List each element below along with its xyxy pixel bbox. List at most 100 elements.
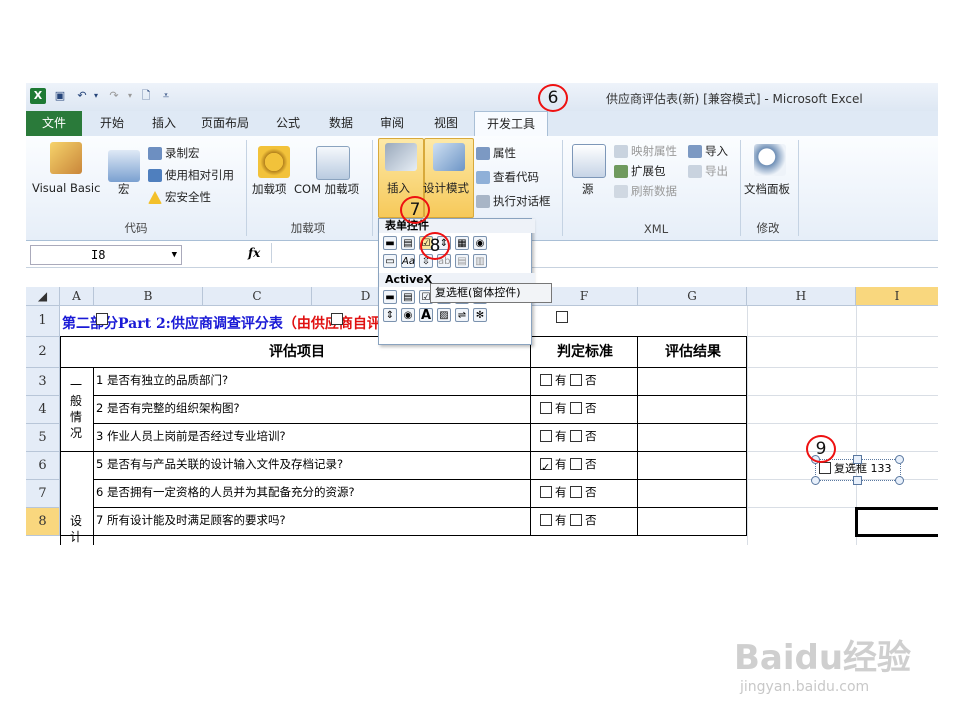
refresh-data-button[interactable]: 刷新数据 xyxy=(614,182,677,200)
activex-toggle-icon[interactable]: ⇌ xyxy=(455,308,469,322)
category-design[interactable]: 设计 xyxy=(60,451,94,545)
tab-file[interactable]: 文件 xyxy=(26,111,82,136)
activex-option-icon[interactable]: ◉ xyxy=(401,308,415,322)
result-cell[interactable] xyxy=(637,423,747,452)
standard-row-6[interactable]: 有 否 xyxy=(530,479,638,508)
row-header-4[interactable]: 4 xyxy=(26,396,60,424)
xml-source-icon[interactable] xyxy=(572,144,606,178)
result-cell[interactable] xyxy=(637,367,747,396)
floating-checkbox[interactable] xyxy=(330,312,343,325)
row-header-2[interactable]: 2 xyxy=(26,337,60,368)
resize-handle[interactable] xyxy=(895,455,904,464)
addins-button[interactable]: 加载项 xyxy=(252,181,287,197)
macros-button[interactable]: 宏 xyxy=(118,181,130,197)
select-all-corner[interactable]: ◢ xyxy=(26,287,60,306)
button-control-icon[interactable]: ▬ xyxy=(383,236,397,250)
label-control-icon[interactable]: Aa xyxy=(401,254,415,268)
document-panel-button[interactable]: 文档面板 xyxy=(744,181,790,197)
standard-row-2[interactable]: 有 否 xyxy=(530,395,638,424)
checkbox-yes[interactable] xyxy=(540,373,552,386)
map-properties-button[interactable]: 映射属性 xyxy=(614,142,677,160)
chevron-down-icon[interactable]: ▼ xyxy=(172,246,177,264)
name-box[interactable]: I8 ▼ xyxy=(30,245,182,265)
row-header-8[interactable]: 8 xyxy=(26,508,60,536)
checkbox-yes[interactable] xyxy=(540,429,552,442)
combo-box-control-icon[interactable]: ▤ xyxy=(401,236,415,250)
checkbox-yes[interactable] xyxy=(540,485,552,498)
view-code-button[interactable]: 查看代码 xyxy=(476,168,539,186)
column-header-i[interactable]: I xyxy=(856,287,938,306)
column-header-c[interactable]: C xyxy=(203,287,312,306)
header-result[interactable]: 评估结果 xyxy=(637,336,747,368)
tab-insert[interactable]: 插入 xyxy=(140,111,188,136)
redo-icon[interactable]: ↷ xyxy=(106,88,122,104)
item-row-6[interactable]: 6 是否拥有一定资格的人员并为其配备充分的资源? xyxy=(93,479,531,508)
column-header-a[interactable]: A xyxy=(60,287,94,306)
resize-handle[interactable] xyxy=(811,476,820,485)
excel-app-icon[interactable]: X xyxy=(30,88,46,104)
undo-dropdown-icon[interactable]: ▾ xyxy=(88,88,104,104)
properties-button[interactable]: 属性 xyxy=(476,144,516,162)
activex-button-icon[interactable]: ▬ xyxy=(383,290,397,304)
macro-security-button[interactable]: 宏安全性 xyxy=(148,188,211,206)
item-row-7[interactable]: 7 所有设计能及时满足顾客的要求吗? xyxy=(93,507,531,536)
macros-icon[interactable] xyxy=(108,150,140,182)
header-standard[interactable]: 判定标准 xyxy=(530,336,638,368)
xml-export-button[interactable]: 导出 xyxy=(688,162,728,180)
item-row-5[interactable]: 5 是否有与产品关联的设计输入文件及存档记录? xyxy=(93,451,531,480)
xml-import-button[interactable]: 导入 xyxy=(688,142,728,160)
com-addins-icon[interactable] xyxy=(316,146,350,180)
relative-reference-button[interactable]: 使用相对引用 xyxy=(148,166,234,184)
resize-handle[interactable] xyxy=(853,455,862,464)
result-cell[interactable] xyxy=(637,395,747,424)
tab-view[interactable]: 视图 xyxy=(422,111,470,136)
item-row-1[interactable]: 1 是否有独立的品质部门? xyxy=(93,367,531,396)
tab-developer[interactable]: 开发工具 xyxy=(474,111,548,138)
option-button-control-icon[interactable]: ◉ xyxy=(473,236,487,250)
column-header-h[interactable]: H xyxy=(747,287,856,306)
group-box-control-icon[interactable]: ▭ xyxy=(383,254,397,268)
expansion-packs-button[interactable]: 扩展包 xyxy=(614,162,666,180)
result-cell[interactable] xyxy=(637,507,747,536)
document-panel-icon[interactable] xyxy=(754,144,786,176)
save-icon[interactable]: ▣ xyxy=(52,88,68,104)
tab-data[interactable]: 数据 xyxy=(316,111,366,136)
row-header-3[interactable]: 3 xyxy=(26,368,60,396)
resize-handle[interactable] xyxy=(895,476,904,485)
tab-review[interactable]: 审阅 xyxy=(368,111,416,136)
checkbox-no[interactable] xyxy=(570,485,583,498)
activex-combo-icon[interactable]: ▤ xyxy=(401,290,415,304)
active-cell-i8[interactable] xyxy=(855,507,938,537)
checkbox-control-box[interactable] xyxy=(819,461,831,474)
floating-checkbox[interactable] xyxy=(96,312,108,325)
resize-handle[interactable] xyxy=(853,476,862,485)
category-general[interactable]: 一般情况 xyxy=(60,367,94,452)
tab-home[interactable]: 开始 xyxy=(88,111,136,136)
formula-input[interactable] xyxy=(271,243,937,263)
row-header-1[interactable]: 1 xyxy=(26,306,60,337)
visual-basic-icon[interactable] xyxy=(50,142,82,174)
customize-qat-icon[interactable]: ⩡ xyxy=(158,88,174,104)
checkbox-no[interactable] xyxy=(570,429,583,442)
list-box-control-icon[interactable]: ▦ xyxy=(455,236,469,250)
checkbox-yes-checked[interactable] xyxy=(540,455,552,479)
checkbox-no[interactable] xyxy=(570,373,583,386)
checkbox-yes[interactable] xyxy=(540,513,552,526)
more-controls-icon[interactable]: ✻ xyxy=(473,308,487,322)
checkbox-no[interactable] xyxy=(570,401,583,414)
tab-page-layout[interactable]: 页面布局 xyxy=(194,111,256,136)
result-cell[interactable] xyxy=(637,479,747,508)
tab-formulas[interactable]: 公式 xyxy=(266,111,310,136)
run-dialog-button[interactable]: 执行对话框 xyxy=(476,192,551,210)
activex-image-icon[interactable]: ▨ xyxy=(437,308,451,322)
fx-icon[interactable]: fx xyxy=(248,246,260,260)
addins-gear-icon[interactable] xyxy=(258,146,290,178)
combo-dropdown-control-icon[interactable]: ▥ xyxy=(473,254,487,268)
print-preview-icon[interactable]: 🗋 xyxy=(138,88,154,104)
com-addins-button[interactable]: COM 加载项 xyxy=(294,181,359,197)
standard-row-3[interactable]: 有 否 xyxy=(530,423,638,452)
redo-dropdown-icon[interactable]: ▾ xyxy=(122,88,138,104)
floating-checkbox[interactable] xyxy=(555,310,568,323)
record-macro-button[interactable]: 录制宏 xyxy=(148,144,200,162)
row-header-5[interactable]: 5 xyxy=(26,424,60,452)
